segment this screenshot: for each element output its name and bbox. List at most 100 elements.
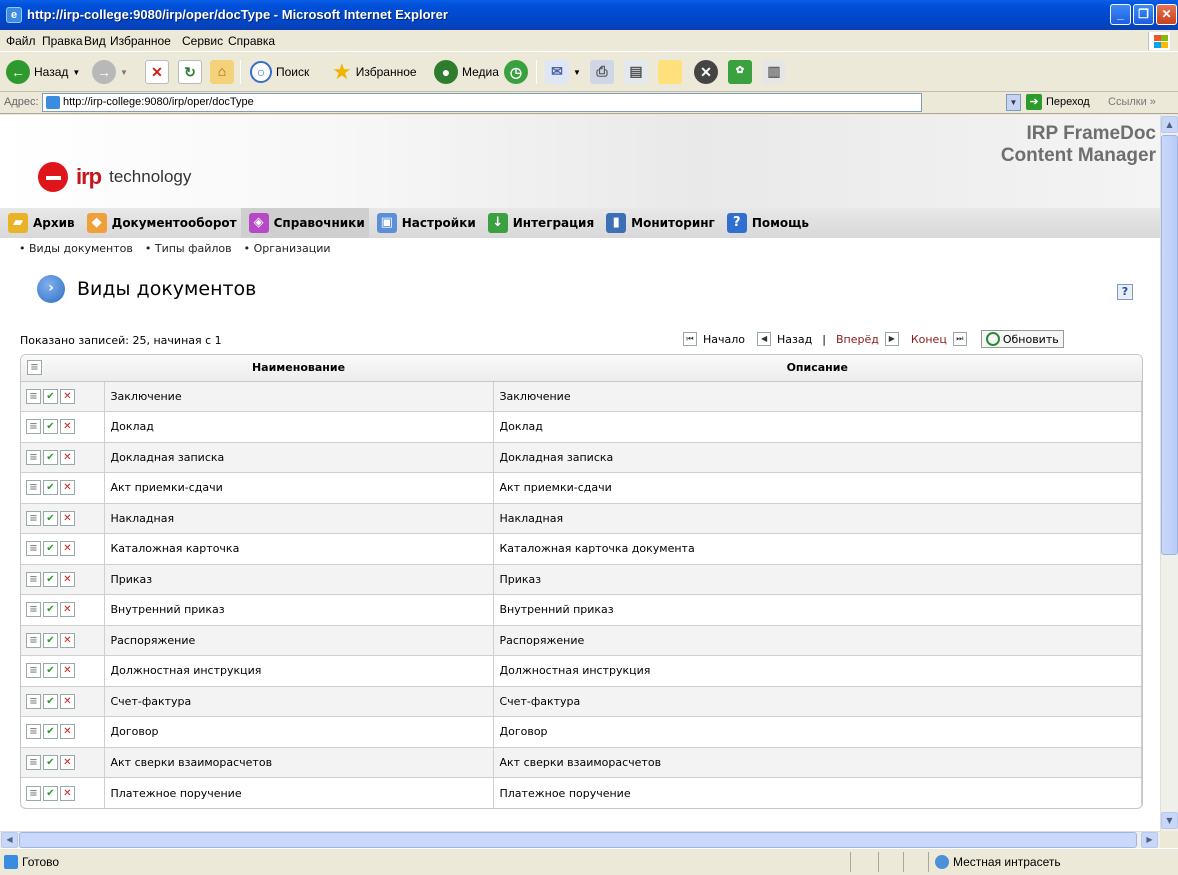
delete-icon[interactable]: ✕ <box>60 754 75 770</box>
view-icon[interactable]: ≡ <box>26 480 41 496</box>
last-page-icon[interactable]: ⏭ <box>952 332 967 346</box>
history-button[interactable]: ◷ <box>504 58 528 86</box>
delete-icon[interactable]: ✕ <box>60 602 75 618</box>
menu-file[interactable]: Файл <box>6 34 36 48</box>
view-icon[interactable]: ≡ <box>26 571 41 587</box>
subnav-doc-types[interactable]: Виды документов <box>19 242 133 255</box>
delete-icon[interactable]: ✕ <box>60 510 75 526</box>
next-page-link[interactable]: Вперёд <box>836 333 879 346</box>
scroll-down-button[interactable]: ▼ <box>1161 812 1178 829</box>
prev-page-link[interactable]: Назад <box>777 333 812 346</box>
prev-page-icon[interactable]: ◀ <box>757 332 772 346</box>
last-page-link[interactable]: Конец <box>911 333 947 346</box>
first-page-icon[interactable]: ⏮ <box>683 332 697 346</box>
col-name-header[interactable]: Наименование <box>104 355 493 382</box>
delete-icon[interactable]: ✕ <box>60 388 75 404</box>
mail-button[interactable]: ✉ ▼ <box>545 58 581 86</box>
media-button[interactable]: ● Медиа <box>434 58 499 86</box>
vertical-scroll-thumb[interactable] <box>1161 135 1178 555</box>
search-button[interactable]: ○ Поиск <box>250 58 309 86</box>
minimize-button[interactable]: _ <box>1110 4 1131 25</box>
subnav-file-types[interactable]: Типы файлов <box>145 242 232 255</box>
view-icon[interactable]: ≡ <box>26 541 41 557</box>
view-icon[interactable]: ≡ <box>26 785 41 801</box>
page-help-button[interactable]: ? <box>1117 284 1133 300</box>
back-button[interactable]: ← Назад ▼ <box>6 58 80 86</box>
addon-button[interactable]: ✿ <box>728 58 752 86</box>
next-page-icon[interactable]: ▶ <box>884 332 899 346</box>
delete-icon[interactable]: ✕ <box>60 693 75 709</box>
view-icon[interactable]: ≡ <box>26 693 41 709</box>
checkmark-icon[interactable]: ✔ <box>43 663 58 679</box>
discuss-button[interactable] <box>658 58 682 86</box>
delete-icon[interactable]: ✕ <box>60 419 75 435</box>
close-button[interactable]: ✕ <box>1156 4 1177 25</box>
menu-tools[interactable]: Сервис <box>182 34 223 48</box>
menu-favorites[interactable]: Избранное <box>110 34 171 48</box>
horizontal-scroll-thumb[interactable] <box>19 832 1137 848</box>
view-icon[interactable]: ≡ <box>26 388 41 404</box>
favorites-button[interactable]: ★ Избранное <box>332 58 417 86</box>
menu-help[interactable]: Справка <box>228 34 275 48</box>
checkmark-icon[interactable]: ✔ <box>43 510 58 526</box>
scroll-up-button[interactable]: ▲ <box>1161 116 1178 133</box>
checkmark-icon[interactable]: ✔ <box>43 449 58 465</box>
vertical-scrollbar[interactable]: ▲ ▼ <box>1160 115 1178 831</box>
print-button[interactable]: ⎙ <box>590 58 614 86</box>
view-icon[interactable]: ≡ <box>26 724 41 740</box>
select-all-header[interactable]: ≡ <box>21 355 104 382</box>
checkmark-icon[interactable]: ✔ <box>43 388 58 404</box>
checkmark-icon[interactable]: ✔ <box>43 419 58 435</box>
forward-button[interactable]: → ▼ <box>92 58 128 86</box>
view-icon[interactable]: ≡ <box>26 510 41 526</box>
delete-icon[interactable]: ✕ <box>60 663 75 679</box>
delete-icon[interactable]: ✕ <box>60 541 75 557</box>
refresh-button[interactable]: ↻ <box>178 58 202 86</box>
checkmark-icon[interactable]: ✔ <box>43 754 58 770</box>
subnav-organizations[interactable]: Организации <box>244 242 331 255</box>
messenger-button[interactable]: ✕ <box>694 58 718 86</box>
edit-button[interactable]: ▤ <box>624 58 648 86</box>
address-dropdown-button[interactable]: ▼ <box>1006 94 1021 111</box>
checkmark-icon[interactable]: ✔ <box>43 785 58 801</box>
address-input[interactable]: http://irp-college:9080/irp/oper/docType <box>42 93 922 112</box>
view-icon[interactable]: ≡ <box>26 419 41 435</box>
checkmark-icon[interactable]: ✔ <box>43 693 58 709</box>
scroll-right-button[interactable]: ▶ <box>1141 832 1158 848</box>
delete-icon[interactable]: ✕ <box>60 571 75 587</box>
delete-icon[interactable]: ✕ <box>60 632 75 648</box>
refresh-grid-button[interactable]: Обновить <box>980 330 1064 348</box>
view-icon[interactable]: ≡ <box>26 602 41 618</box>
view-icon[interactable]: ≡ <box>26 632 41 648</box>
research-button[interactable]: ▥ <box>762 58 786 86</box>
maximize-button[interactable]: ❐ <box>1133 4 1154 25</box>
nav-directories[interactable]: ◈ Справочники <box>240 208 369 238</box>
view-icon[interactable]: ≡ <box>26 754 41 770</box>
checkmark-icon[interactable]: ✔ <box>43 602 58 618</box>
delete-icon[interactable]: ✕ <box>60 785 75 801</box>
nav-integration[interactable]: ↓ Интеграция <box>480 208 598 238</box>
delete-icon[interactable]: ✕ <box>60 449 75 465</box>
nav-help[interactable]: ? Помощь <box>719 208 813 238</box>
links-button[interactable]: Ссылки » <box>1108 96 1156 108</box>
first-page-link[interactable]: Начало <box>703 333 745 346</box>
nav-settings[interactable]: ▣ Настройки <box>369 208 480 238</box>
stop-button[interactable]: ✕ <box>145 58 169 86</box>
view-icon[interactable]: ≡ <box>26 449 41 465</box>
nav-monitoring[interactable]: ▮ Мониторинг <box>598 208 719 238</box>
menu-view[interactable]: Вид <box>84 34 106 48</box>
checkmark-icon[interactable]: ✔ <box>43 724 58 740</box>
checkmark-icon[interactable]: ✔ <box>43 632 58 648</box>
home-button[interactable]: ⌂ <box>210 58 234 86</box>
col-desc-header[interactable]: Описание <box>493 355 1142 382</box>
horizontal-scrollbar[interactable]: ◀ ▶ <box>0 831 1160 848</box>
checkmark-icon[interactable]: ✔ <box>43 571 58 587</box>
go-button[interactable]: ➔ Переход <box>1026 94 1090 110</box>
checkmark-icon[interactable]: ✔ <box>43 480 58 496</box>
delete-icon[interactable]: ✕ <box>60 724 75 740</box>
view-icon[interactable]: ≡ <box>26 663 41 679</box>
delete-icon[interactable]: ✕ <box>60 480 75 496</box>
nav-archive[interactable]: ▰ Архив <box>0 208 79 238</box>
scroll-left-button[interactable]: ◀ <box>1 832 18 848</box>
checkmark-icon[interactable]: ✔ <box>43 541 58 557</box>
